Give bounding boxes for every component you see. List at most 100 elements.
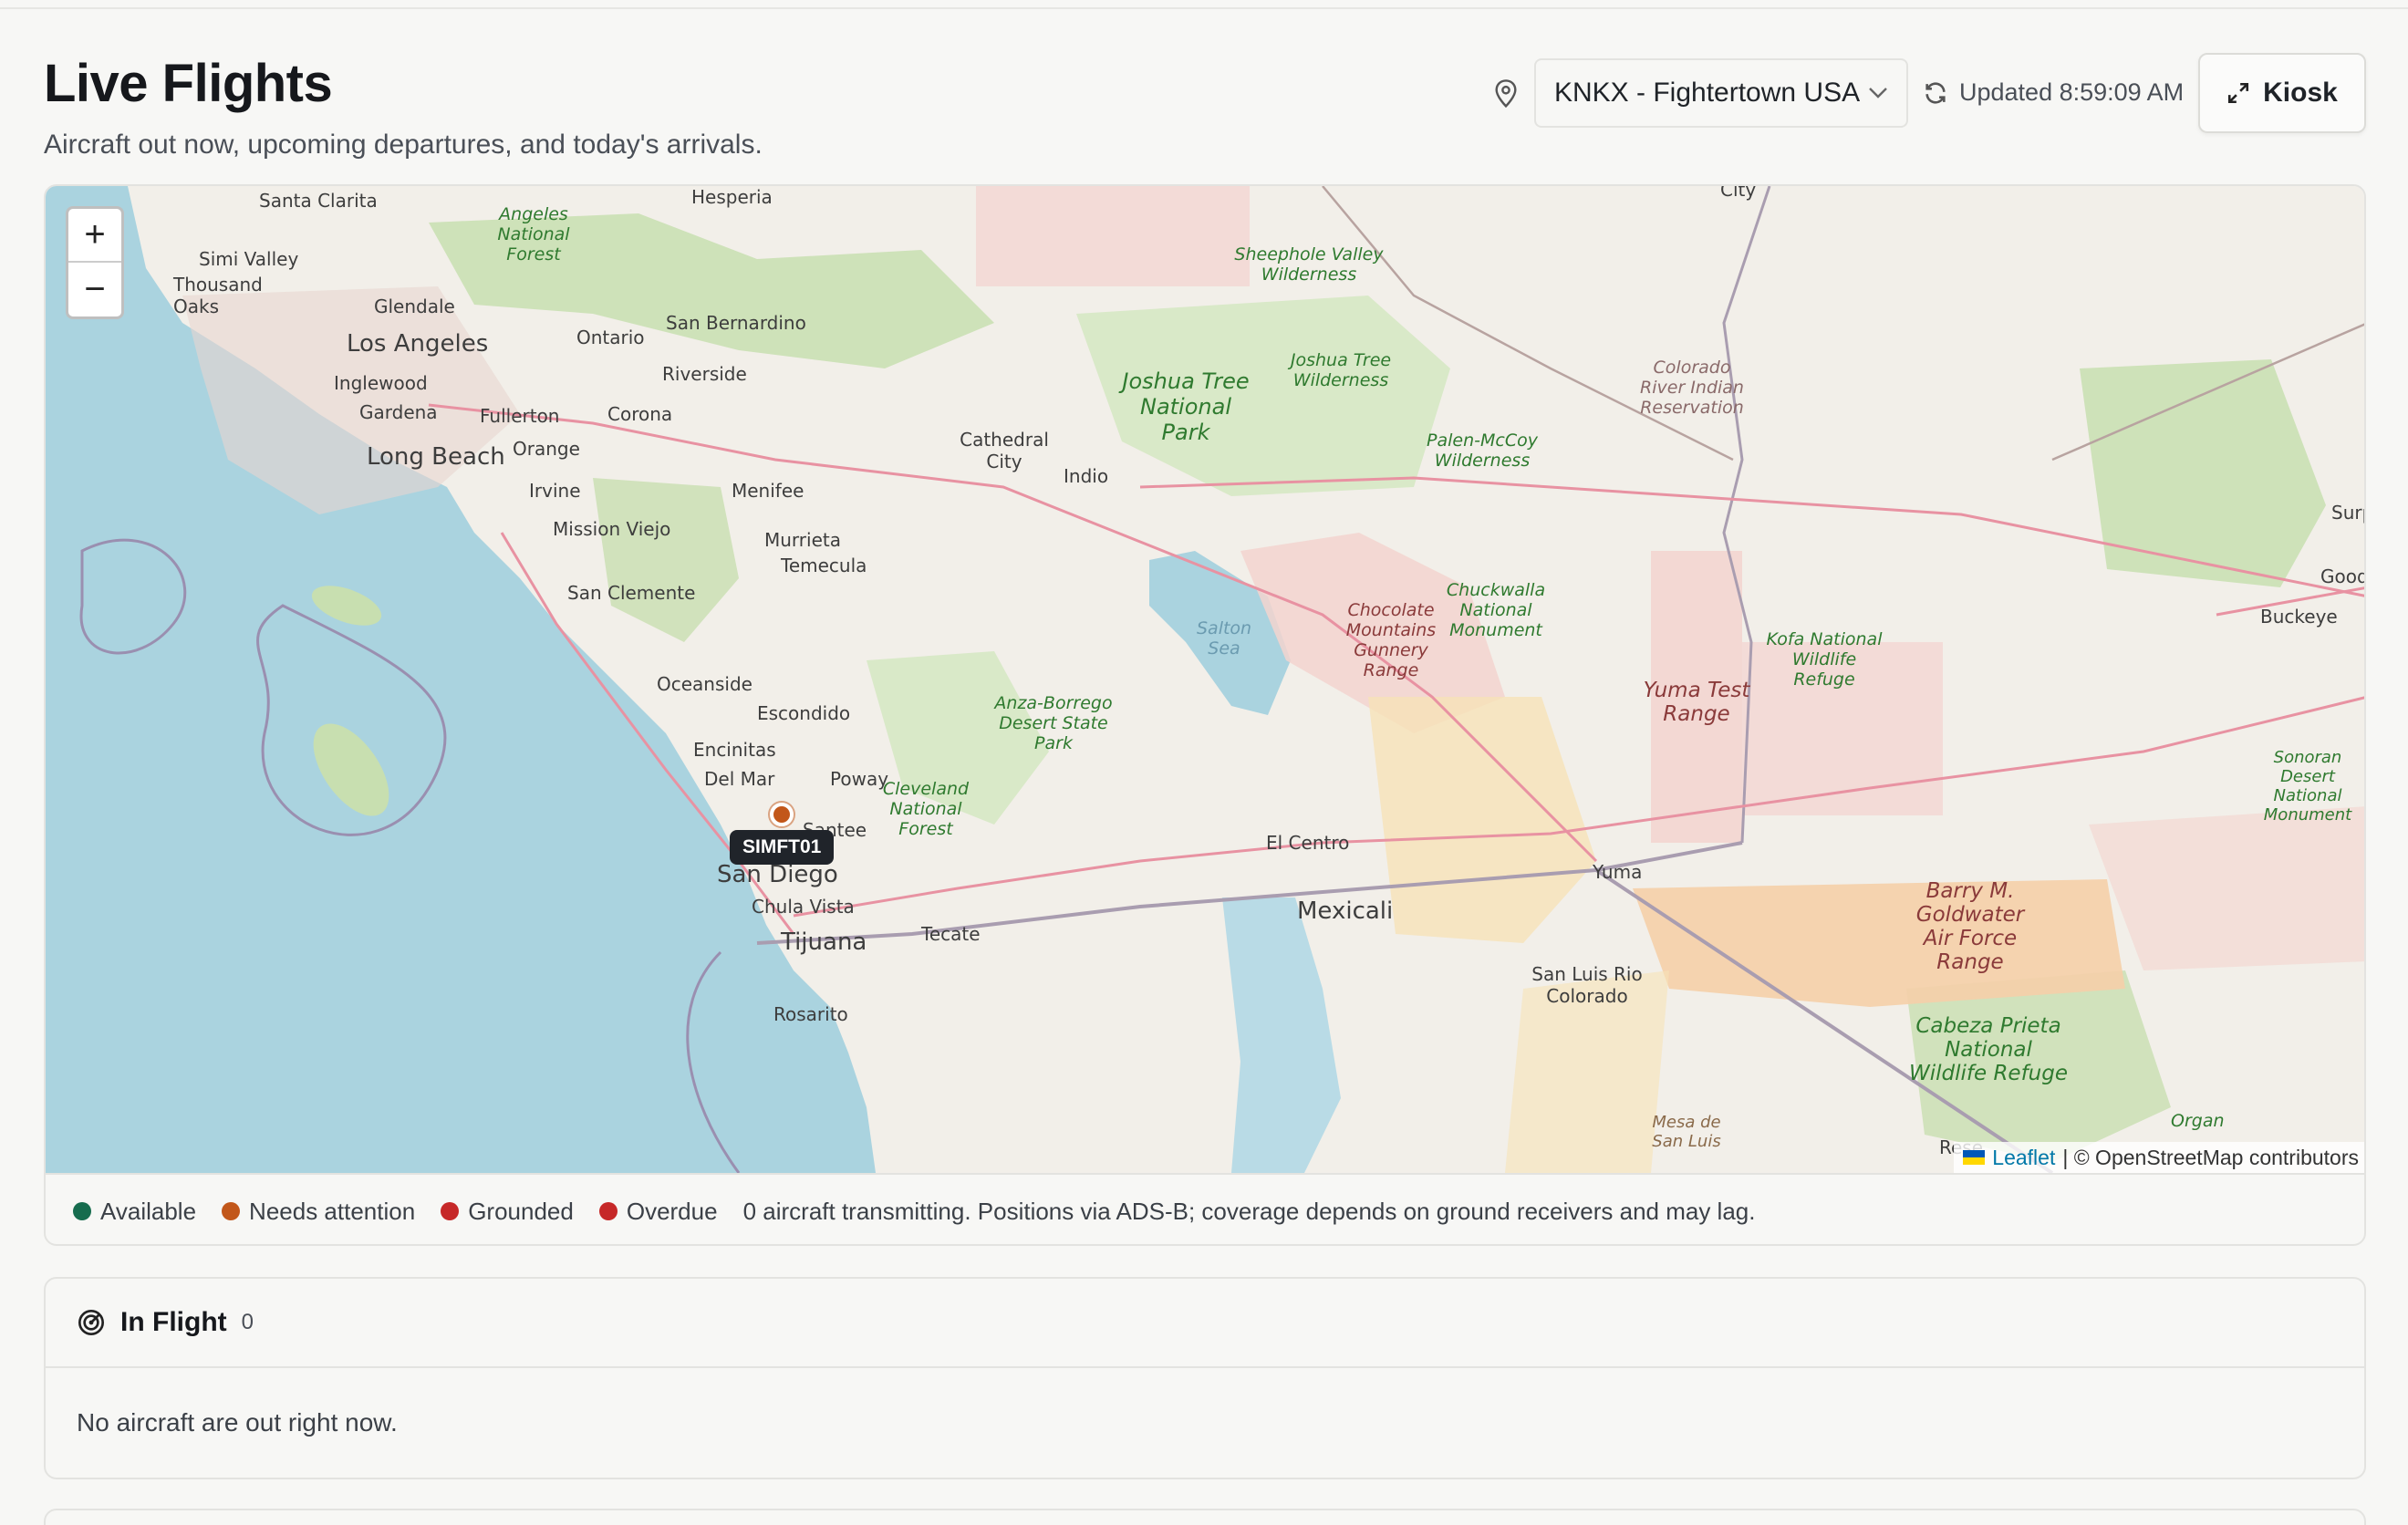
refresh-icon[interactable] xyxy=(1923,80,1948,106)
flight-map[interactable]: Hesperia Santa Clarita Simi Valley Thous… xyxy=(46,186,2366,1173)
label-anza-borrego: Anza-Borrego Desert State Park xyxy=(994,693,1113,753)
label-angeles-nf: Angeles National Forest xyxy=(497,204,570,265)
label-san-luis: San Luis Rio Colorado xyxy=(1531,963,1643,1007)
label-tijuana: Tijuana xyxy=(781,928,867,956)
label-oceanside: Oceanside xyxy=(657,673,752,695)
in-flight-header: In Flight 0 xyxy=(46,1279,2364,1368)
label-joshua-tree-wild: Joshua Tree Wilderness xyxy=(1290,350,1392,390)
airport-select[interactable]: KNKX - Fightertown USA xyxy=(1534,58,1908,128)
label-mission-viejo: Mission Viejo xyxy=(553,518,671,540)
zoom-in-button[interactable]: + xyxy=(68,209,121,263)
label-chula-vista: Chula Vista xyxy=(752,896,855,918)
in-flight-empty-message: No aircraft are out right now. xyxy=(77,1408,398,1437)
legend-available: Available xyxy=(73,1198,196,1226)
label-los-angeles: Los Angeles xyxy=(347,330,489,358)
legend-label: Grounded xyxy=(468,1197,574,1225)
legend-label: Available xyxy=(100,1197,197,1225)
map-card: Hesperia Santa Clarita Simi Valley Thous… xyxy=(44,184,2366,1246)
map-labels: Hesperia Santa Clarita Simi Valley Thous… xyxy=(46,186,2366,1173)
grounded-dot-icon xyxy=(441,1202,460,1220)
transmitting-note: 0 aircraft transmitting. Positions via A… xyxy=(742,1197,1756,1225)
label-surprise: Surp xyxy=(2331,502,2364,524)
aircraft-marker[interactable] xyxy=(770,803,794,826)
label-barry-goldwater: Barry M. Goldwater Air Force Range xyxy=(1915,879,2025,974)
in-flight-card: In Flight 0 No aircraft are out right no… xyxy=(44,1277,2366,1479)
label-cleveland-nf: Cleveland National Forest xyxy=(882,779,970,839)
label-santa-clarita: Santa Clarita xyxy=(259,190,378,212)
label-joshua-tree: Joshua Tree National Park xyxy=(1122,368,1250,445)
label-tecate: Tecate xyxy=(921,923,981,945)
zoom-out-button[interactable]: − xyxy=(68,263,121,316)
label-corona: Corona xyxy=(607,403,673,425)
leaflet-link[interactable]: Leaflet xyxy=(1992,1146,2055,1170)
label-palen-mccoy: Palen-McCoy Wilderness xyxy=(1427,431,1538,471)
label-mexicali: Mexicali xyxy=(1297,897,1394,925)
page-title: Live Flights xyxy=(44,54,333,113)
updated-timestamp: Updated 8:59:09 AM xyxy=(1959,78,2185,106)
map-attribution: Leaflet | © OpenStreetMap contributors xyxy=(1954,1142,2364,1173)
airport-select-value: KNKX - Fightertown USA xyxy=(1554,78,1861,108)
needs-attention-dot-icon xyxy=(222,1202,241,1220)
label-organ: Organ xyxy=(2171,1111,2225,1131)
label-sonoran: Sonoran Desert National Monument xyxy=(2263,748,2352,825)
label-san-diego: San Diego xyxy=(717,861,838,888)
label-chocolate-mtns: Chocolate Mountains Gunnery Range xyxy=(1345,600,1437,680)
next-section-card xyxy=(44,1509,2366,1525)
label-orange: Orange xyxy=(513,438,580,460)
ukraine-flag-icon xyxy=(1963,1150,1986,1165)
legend-needs-attention: Needs attention xyxy=(222,1198,415,1226)
label-gardena: Gardena xyxy=(359,401,438,423)
label-encinitas: Encinitas xyxy=(693,739,776,761)
label-ontario: Ontario xyxy=(576,327,645,348)
legend-label: Needs attention xyxy=(249,1197,416,1225)
label-fullerton: Fullerton xyxy=(480,405,560,427)
legend-grounded: Grounded xyxy=(441,1198,574,1226)
label-thousand-oaks: Thousand Oaks xyxy=(173,274,263,317)
label-glendale: Glendale xyxy=(374,296,455,317)
page-subtitle: Aircraft out now, upcoming departures, a… xyxy=(44,130,763,160)
label-mesa-de-san-luis: Mesa de San Luis xyxy=(1652,1113,1721,1151)
label-salton-sea: Salton Sea xyxy=(1197,618,1252,659)
label-goodyear: Good xyxy=(2320,565,2366,587)
label-hesperia: Hesperia xyxy=(691,186,773,208)
label-riverside: Riverside xyxy=(662,363,747,385)
label-irvine: Irvine xyxy=(529,480,581,502)
radar-icon xyxy=(78,1310,104,1335)
available-dot-icon xyxy=(73,1202,91,1220)
location-pin-icon xyxy=(1495,79,1517,109)
label-del-mar: Del Mar xyxy=(704,768,775,790)
kiosk-button[interactable]: Kiosk xyxy=(2198,53,2366,133)
label-rosarito: Rosarito xyxy=(773,1003,848,1025)
label-yuma-test: Yuma Test Range xyxy=(1643,679,1750,726)
in-flight-count: 0 xyxy=(241,1310,254,1334)
label-inglewood: Inglewood xyxy=(334,372,428,394)
label-escondido: Escondido xyxy=(757,702,851,724)
label-simi-valley: Simi Valley xyxy=(199,248,299,270)
label-san-clemente: San Clemente xyxy=(567,582,696,604)
label-sheephole: Sheephole Valley Wilderness xyxy=(1234,244,1384,285)
label-san-bernardino: San Bernardino xyxy=(666,312,806,334)
label-temecula: Temecula xyxy=(781,555,867,576)
label-kofa: Kofa National Wildlife Refuge xyxy=(1766,629,1883,690)
label-chuckwalla: Chuckwalla National Monument xyxy=(1446,580,1546,640)
label-long-beach: Long Beach xyxy=(367,443,505,471)
label-murrieta: Murrieta xyxy=(764,529,841,551)
label-menifee: Menifee xyxy=(732,480,804,502)
label-buckeye: Buckeye xyxy=(2260,606,2338,628)
label-cathedral-city: Cathedral City xyxy=(960,429,1049,472)
kiosk-label: Kiosk xyxy=(2263,78,2338,108)
in-flight-title: In Flight xyxy=(120,1307,227,1337)
label-el-centro: El Centro xyxy=(1266,832,1350,854)
map-legend: Available Needs attention Grounded Overd… xyxy=(46,1173,2364,1244)
top-divider xyxy=(0,7,2408,9)
osm-attribution: | © OpenStreetMap contributors xyxy=(2062,1145,2359,1169)
overdue-dot-icon xyxy=(598,1202,618,1220)
legend-overdue: Overdue xyxy=(598,1198,718,1226)
label-yuma: Yuma xyxy=(1593,861,1643,883)
label-cabeza-prieta: Cabeza Prieta National Wildlife Refuge xyxy=(1908,1014,2069,1085)
expand-icon xyxy=(2228,82,2249,104)
aircraft-callsign-label[interactable]: SIMFT01 xyxy=(730,830,835,865)
chevron-down-icon xyxy=(1869,88,1887,99)
label-colorado-river: Colorado River Indian Reservation xyxy=(1640,358,1744,418)
label-indio: Indio xyxy=(1064,465,1109,487)
